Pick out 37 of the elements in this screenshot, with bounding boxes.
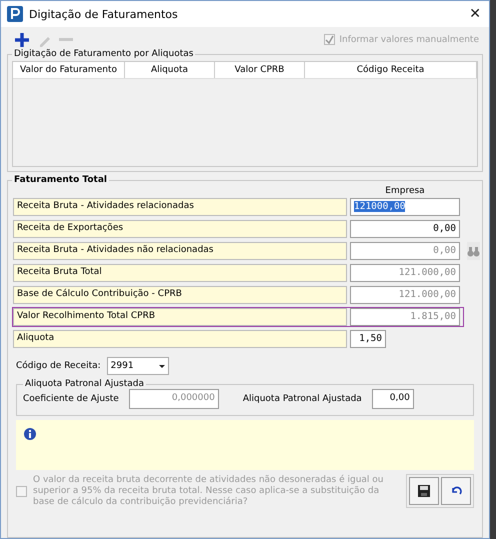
coefficient-field[interactable]: 0,000000 — [128, 389, 219, 409]
group-title: Faturamento Total — [13, 175, 108, 185]
rate-field[interactable]: 0,00 — [372, 389, 414, 409]
field-label: Base de Cálculo Contribuição - CPRB — [13, 286, 347, 304]
value-field[interactable]: 1,50 — [350, 330, 386, 348]
field-label: Receita Bruta - Atividades não relacionadas — [13, 242, 347, 260]
value-field[interactable]: 0,00 — [350, 220, 460, 238]
save-button[interactable] — [409, 477, 439, 505]
question-text: O valor da receita bruta decorrente de atividades não desoneradas é igual ou superior a 95% da receita bruta total. Nesse caso aplica-se a substituição da base de cálculo da contribuição previdenciária? — [33, 474, 384, 508]
info-icon — [24, 428, 36, 440]
value-field[interactable]: 121000,00 — [350, 198, 460, 216]
minus-icon — [59, 38, 73, 42]
undo-arrow-icon — [450, 486, 462, 496]
field-label: Aliquota Patronal Ajustada — [242, 394, 362, 404]
code-dropdown[interactable]: 2991 — [106, 357, 169, 375]
field-label: Receita Bruta - Atividades relacionadas — [13, 198, 347, 216]
group-title: Digitação de Faturamento por Aliquotas — [13, 49, 194, 59]
column-header[interactable]: Código Receita — [305, 62, 477, 78]
field-label: Valor Recolhimento Total CPRB — [13, 308, 347, 326]
group-title: Aliquota Patronal Ajustada — [24, 379, 145, 389]
column-header[interactable]: Valor do Faturamento — [13, 62, 125, 78]
field-label: Receita Bruta Total — [13, 264, 347, 282]
field-label: Coeficiente de Ajuste — [23, 394, 119, 404]
app-logo-icon — [7, 6, 23, 22]
undo-button[interactable] — [441, 477, 471, 505]
column-header: Empresa — [384, 185, 426, 197]
window-title: Digitação de Faturamentos — [29, 8, 179, 20]
field-label: Código de Receita: — [16, 361, 101, 371]
column-header[interactable]: Aliquota — [125, 62, 215, 78]
add-button[interactable] — [13, 30, 31, 48]
field-label: Aliquota — [13, 330, 347, 348]
caret-icon — [158, 364, 165, 368]
field-label: Receita de Exportações — [13, 220, 347, 238]
column-header[interactable]: Valor CPRB — [215, 62, 305, 78]
close-button[interactable]: ✕ — [469, 6, 481, 22]
checkbox-label: Informar valores manualmente — [339, 34, 479, 44]
plus-icon — [14, 32, 30, 48]
